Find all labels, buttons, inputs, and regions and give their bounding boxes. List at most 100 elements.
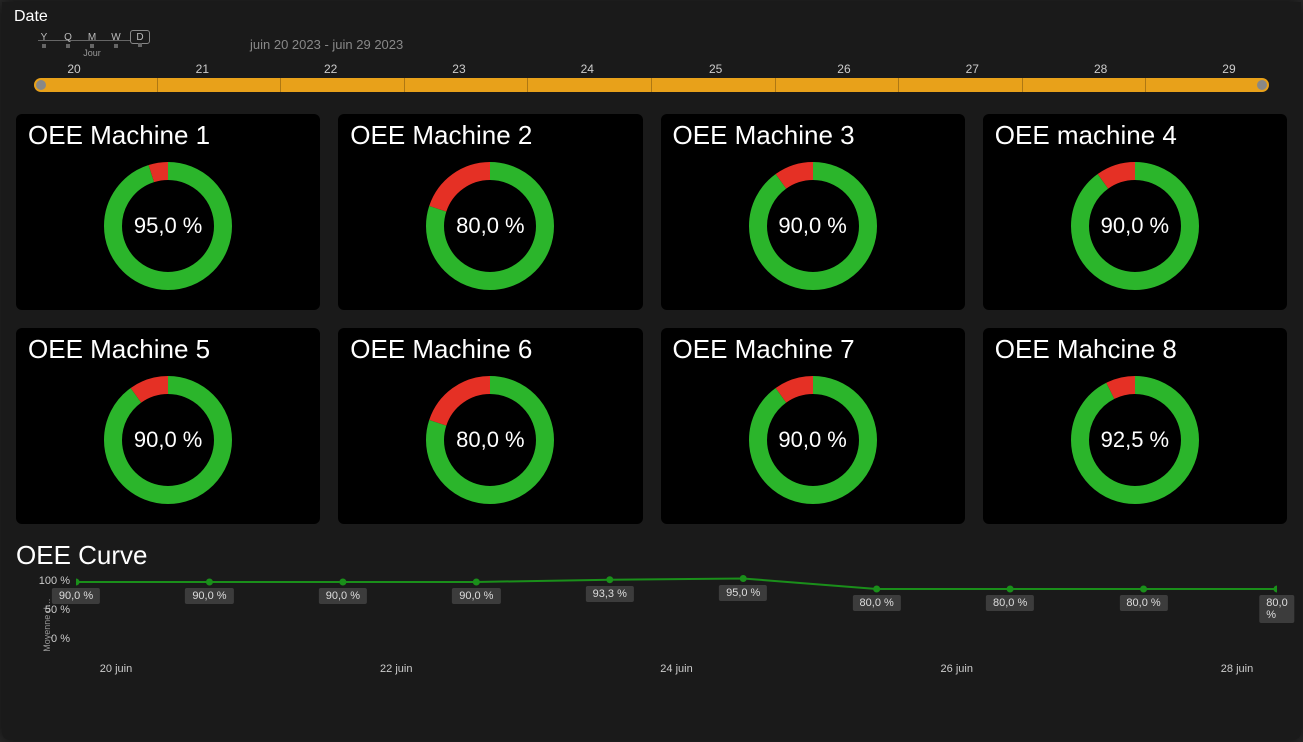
curve-data-label: 80,0 % [986, 595, 1034, 611]
timeline-tick: 25 [696, 62, 736, 76]
gauge-card-6: OEE Machine 6 80,0 % [338, 328, 642, 524]
x-tick: 26 juin [917, 663, 997, 675]
y-tick: 100 % [34, 575, 70, 587]
timeline-tick: 28 [1081, 62, 1121, 76]
x-tick: 22 juin [356, 663, 436, 675]
gauge-value: 92,5 % [1065, 370, 1205, 510]
gauge-value: 90,0 % [743, 370, 883, 510]
timeline-ticks: 20 21 22 23 24 25 26 27 28 29 [34, 62, 1269, 78]
timeline-segment[interactable] [34, 78, 158, 92]
curve-data-label: 80,0 % [1259, 595, 1294, 623]
donut-wrap: 90,0 % [995, 151, 1275, 301]
period-selector: Y Q M W D Jour [34, 30, 150, 58]
timeline-segment[interactable] [158, 78, 282, 92]
gauge-card-7: OEE Machine 7 90,0 % [661, 328, 965, 524]
gauge-title: OEE Machine 5 [28, 334, 308, 365]
timeline-tick: 22 [311, 62, 351, 76]
period-btn-w[interactable]: W [106, 30, 126, 44]
donut-wrap: 90,0 % [28, 365, 308, 515]
curve-data-label: 90,0 % [319, 588, 367, 604]
gauge-title: OEE Machine 2 [350, 120, 630, 151]
period-row: Y Q M W D Jour juin 20 2023 - juin 29 20… [14, 30, 1289, 58]
curve-data-label: 80,0 % [1119, 595, 1167, 611]
gauges-grid: OEE Machine 195,0 %OEE Machine 280,0 %OE… [2, 104, 1301, 534]
gauge-title: OEE Machine 6 [350, 334, 630, 365]
gauge-card-2: OEE Machine 2 80,0 % [338, 114, 642, 310]
timeline-tick: 24 [567, 62, 607, 76]
timeline-segment[interactable] [1023, 78, 1147, 92]
gauge-value: 90,0 % [98, 370, 238, 510]
gauge-card-5: OEE Machine 5 90,0 % [16, 328, 320, 524]
date-range-label: juin 20 2023 - juin 29 2023 [250, 37, 403, 52]
timeline-tick: 29 [1209, 62, 1249, 76]
timeline-tick: 26 [824, 62, 864, 76]
gauge-value: 90,0 % [1065, 156, 1205, 296]
timeline-bar[interactable] [34, 78, 1269, 92]
donut-wrap: 80,0 % [350, 151, 630, 301]
gauge-card-4: OEE machine 4 90,0 % [983, 114, 1287, 310]
timeline-segment[interactable] [652, 78, 776, 92]
timeline-tick: 21 [182, 62, 222, 76]
timeline-segment[interactable] [899, 78, 1023, 92]
curve-x-ticks: 20 juin 22 juin 24 juin 26 juin 28 juin [76, 663, 1277, 675]
donut-wrap: 92,5 % [995, 365, 1275, 515]
gauge-value: 80,0 % [420, 156, 560, 296]
period-caption: Jour [83, 48, 101, 58]
curve-panel: OEE Curve Moyenne d… 100 % 50 % 0 % 90,0… [2, 534, 1301, 685]
donut-chart: 90,0 % [743, 156, 883, 296]
gauge-value: 80,0 % [420, 370, 560, 510]
timeline-segment[interactable] [776, 78, 900, 92]
period-btn-m[interactable]: M [82, 30, 102, 44]
gauge-title: OEE Machine 1 [28, 120, 308, 151]
date-panel-title: Date [14, 8, 1289, 26]
donut-chart: 92,5 % [1065, 370, 1205, 510]
curve-data-label: 80,0 % [853, 595, 901, 611]
x-tick: 20 juin [76, 663, 156, 675]
x-tick: 24 juin [637, 663, 717, 675]
donut-wrap: 95,0 % [28, 151, 308, 301]
period-btn-y[interactable]: Y [34, 30, 54, 44]
timeline-tick: 20 [54, 62, 94, 76]
donut-wrap: 90,0 % [673, 365, 953, 515]
timeline-segment[interactable] [281, 78, 405, 92]
gauge-title: OEE Mahcine 8 [995, 334, 1275, 365]
gauge-card-1: OEE Machine 1 95,0 % [16, 114, 320, 310]
donut-chart: 90,0 % [98, 370, 238, 510]
gauge-title: OEE machine 4 [995, 120, 1275, 151]
curve-data-label: 90,0 % [52, 588, 100, 604]
timeline-segment[interactable] [405, 78, 529, 92]
curve-data-label: 90,0 % [452, 588, 500, 604]
curve-plot-area: 90,0 %90,0 %90,0 %90,0 %93,3 %95,0 %80,0… [76, 575, 1277, 645]
donut-chart: 90,0 % [1065, 156, 1205, 296]
timeline-tick: 27 [952, 62, 992, 76]
donut-wrap: 90,0 % [673, 151, 953, 301]
donut-chart: 95,0 % [98, 156, 238, 296]
curve-data-label: 95,0 % [719, 585, 767, 601]
donut-chart: 90,0 % [743, 370, 883, 510]
curve-data-label: 90,0 % [185, 588, 233, 604]
donut-chart: 80,0 % [420, 156, 560, 296]
timeline-tick: 23 [439, 62, 479, 76]
period-btn-d[interactable]: D [130, 30, 150, 44]
timeline-segment[interactable] [528, 78, 652, 92]
date-panel: Date Y Q M W D Jour juin 20 2023 - juin … [2, 2, 1301, 104]
gauge-title: OEE Machine 3 [673, 120, 953, 151]
timeline: 20 21 22 23 24 25 26 27 28 29 [14, 58, 1289, 100]
curve-data-label: 93,3 % [586, 586, 634, 602]
gauge-value: 90,0 % [743, 156, 883, 296]
donut-wrap: 80,0 % [350, 365, 630, 515]
y-tick: 50 % [34, 604, 70, 616]
donut-chart: 80,0 % [420, 370, 560, 510]
period-btn-q[interactable]: Q [58, 30, 78, 44]
x-tick: 28 juin [1197, 663, 1277, 675]
y-tick: 0 % [34, 633, 70, 645]
curve-title: OEE Curve [16, 540, 1287, 571]
gauge-value: 95,0 % [98, 156, 238, 296]
gauge-card-3: OEE Machine 3 90,0 % [661, 114, 965, 310]
gauge-title: OEE Machine 7 [673, 334, 953, 365]
curve-y-ticks: 100 % 50 % 0 % [34, 575, 70, 645]
timeline-segment[interactable] [1146, 78, 1269, 92]
curve-chart: Moyenne d… 100 % 50 % 0 % 90,0 %90,0 %90… [16, 575, 1287, 675]
gauge-card-8: OEE Mahcine 8 92,5 % [983, 328, 1287, 524]
dashboard-root: Date Y Q M W D Jour juin 20 2023 - juin … [2, 2, 1301, 740]
